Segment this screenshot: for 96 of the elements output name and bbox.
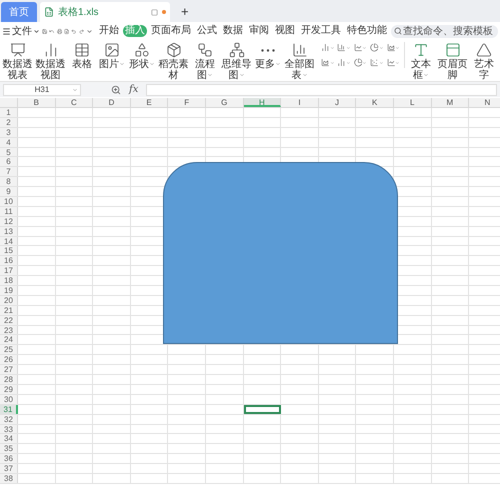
- row-header[interactable]: 15: [0, 246, 18, 256]
- image-icon: [104, 42, 120, 58]
- ribbon-button[interactable]: 全部图表: [284, 42, 315, 81]
- new-tab-button[interactable]: +: [173, 2, 197, 22]
- row-header[interactable]: 6: [0, 157, 18, 166]
- row-header[interactable]: 7: [0, 167, 18, 176]
- zoom-icon[interactable]: [111, 84, 121, 94]
- column-header[interactable]: B: [18, 98, 56, 107]
- panel-icon: [444, 42, 460, 58]
- menu-tab[interactable]: 特色功能: [344, 25, 389, 37]
- square-icon: [151, 8, 158, 16]
- caret-icon[interactable]: [86, 28, 93, 34]
- line-chart-icon[interactable]: [354, 42, 368, 53]
- name-box[interactable]: H31: [3, 84, 81, 96]
- bar-chart-icon[interactable]: [321, 42, 334, 53]
- ribbon-button[interactable]: 稻壳素材: [158, 42, 189, 81]
- menu-tab[interactable]: 数据: [220, 25, 245, 37]
- row-header[interactable]: 25: [0, 345, 18, 354]
- row-header[interactable]: 8: [0, 177, 18, 186]
- row-header[interactable]: 17: [0, 266, 18, 276]
- row-header[interactable]: 18: [0, 276, 18, 286]
- line-chart-icon[interactable]: [386, 57, 400, 68]
- ribbon-button[interactable]: 思维导图: [221, 42, 252, 81]
- column-header[interactable]: N: [469, 98, 500, 107]
- menu-tab[interactable]: 开始: [96, 25, 121, 37]
- ribbon-button[interactable]: 形状: [128, 42, 156, 70]
- home-tab[interactable]: 首页: [1, 2, 37, 22]
- search-field[interactable]: 查找命令、搜索模板: [390, 24, 498, 38]
- menu-tab[interactable]: 视图: [272, 25, 297, 37]
- undo-icon[interactable]: [71, 26, 77, 36]
- row-header[interactable]: 1: [0, 108, 18, 117]
- document-tab[interactable]: 表格1.xls: [40, 2, 170, 22]
- menu-icon: [2, 26, 11, 36]
- selected-cell[interactable]: [244, 404, 282, 414]
- row-header[interactable]: 16: [0, 256, 18, 266]
- ribbon-button[interactable]: 数据透视图: [35, 42, 66, 81]
- menu-tab[interactable]: 开发工具: [298, 25, 343, 37]
- spreadsheet-icon: [44, 7, 54, 17]
- caret-icon: [72, 86, 78, 92]
- menu-tab[interactable]: 公式: [194, 25, 219, 37]
- shapes-icon: [134, 42, 150, 58]
- row-header[interactable]: 37: [0, 464, 18, 473]
- row-header[interactable]: 27: [0, 365, 18, 374]
- row-header[interactable]: 26: [0, 355, 18, 364]
- column-header[interactable]: C: [56, 98, 94, 107]
- bar-chart-icon[interactable]: [337, 57, 351, 68]
- row-header[interactable]: 28: [0, 375, 18, 384]
- table-icon: [74, 42, 90, 58]
- row-header[interactable]: 24: [0, 335, 18, 344]
- ribbon-button[interactable]: 表格: [68, 42, 96, 70]
- pie-chart-icon[interactable]: [354, 57, 368, 68]
- row-header[interactable]: 19: [0, 286, 18, 295]
- ribbon-button[interactable]: 文本框: [407, 42, 435, 81]
- text-icon: [413, 42, 429, 58]
- network-icon: [228, 42, 244, 58]
- redo-icon[interactable]: [78, 26, 84, 36]
- scatter-chart-icon[interactable]: [370, 57, 384, 68]
- column-header[interactable]: I: [281, 98, 319, 107]
- ribbon-button[interactable]: 更多: [254, 42, 282, 70]
- area-chart-icon[interactable]: [386, 42, 400, 53]
- column-header[interactable]: K: [356, 98, 394, 107]
- search-icon: [394, 27, 402, 35]
- save-icon[interactable]: [42, 26, 48, 36]
- row-header[interactable]: 9: [0, 187, 18, 196]
- caret-icon: [33, 28, 40, 34]
- menu-tab[interactable]: 审阅: [246, 25, 271, 37]
- more-icon: [261, 48, 275, 52]
- area-chart-icon[interactable]: [321, 57, 334, 68]
- ribbon-button[interactable]: 图片: [98, 42, 126, 70]
- ribbon-button[interactable]: 艺术字: [470, 42, 498, 81]
- column-header[interactable]: H: [244, 98, 282, 107]
- bar-chart-icon[interactable]: [337, 42, 351, 53]
- column-header[interactable]: F: [168, 98, 206, 107]
- ribbon-button[interactable]: 数据透视表: [2, 42, 33, 81]
- flowchart-icon: [197, 42, 213, 58]
- row-header[interactable]: 34: [0, 434, 18, 444]
- ribbon-button[interactable]: 页眉页脚: [437, 42, 468, 81]
- column-header[interactable]: M: [432, 98, 470, 107]
- package-icon: [166, 42, 182, 58]
- row-header[interactable]: 35: [0, 444, 18, 454]
- formula-field[interactable]: [146, 84, 497, 96]
- file-menu[interactable]: 文件: [2, 24, 40, 38]
- preview-icon[interactable]: [64, 26, 70, 36]
- pie-chart-icon[interactable]: [370, 42, 384, 53]
- row-header[interactable]: 10: [0, 197, 18, 206]
- column-header[interactable]: L: [394, 98, 432, 107]
- column-header[interactable]: J: [318, 98, 356, 107]
- column-header[interactable]: D: [93, 98, 131, 107]
- row-header[interactable]: 36: [0, 454, 18, 464]
- menu-tab[interactable]: 页面布局: [148, 25, 193, 37]
- column-header[interactable]: E: [130, 98, 168, 107]
- triangle-icon: [476, 42, 492, 58]
- print-icon[interactable]: [56, 26, 62, 36]
- ribbon-button[interactable]: 流程图: [191, 42, 219, 81]
- function-label[interactable]: fx: [129, 82, 138, 97]
- bar-chart-icon: [292, 42, 308, 58]
